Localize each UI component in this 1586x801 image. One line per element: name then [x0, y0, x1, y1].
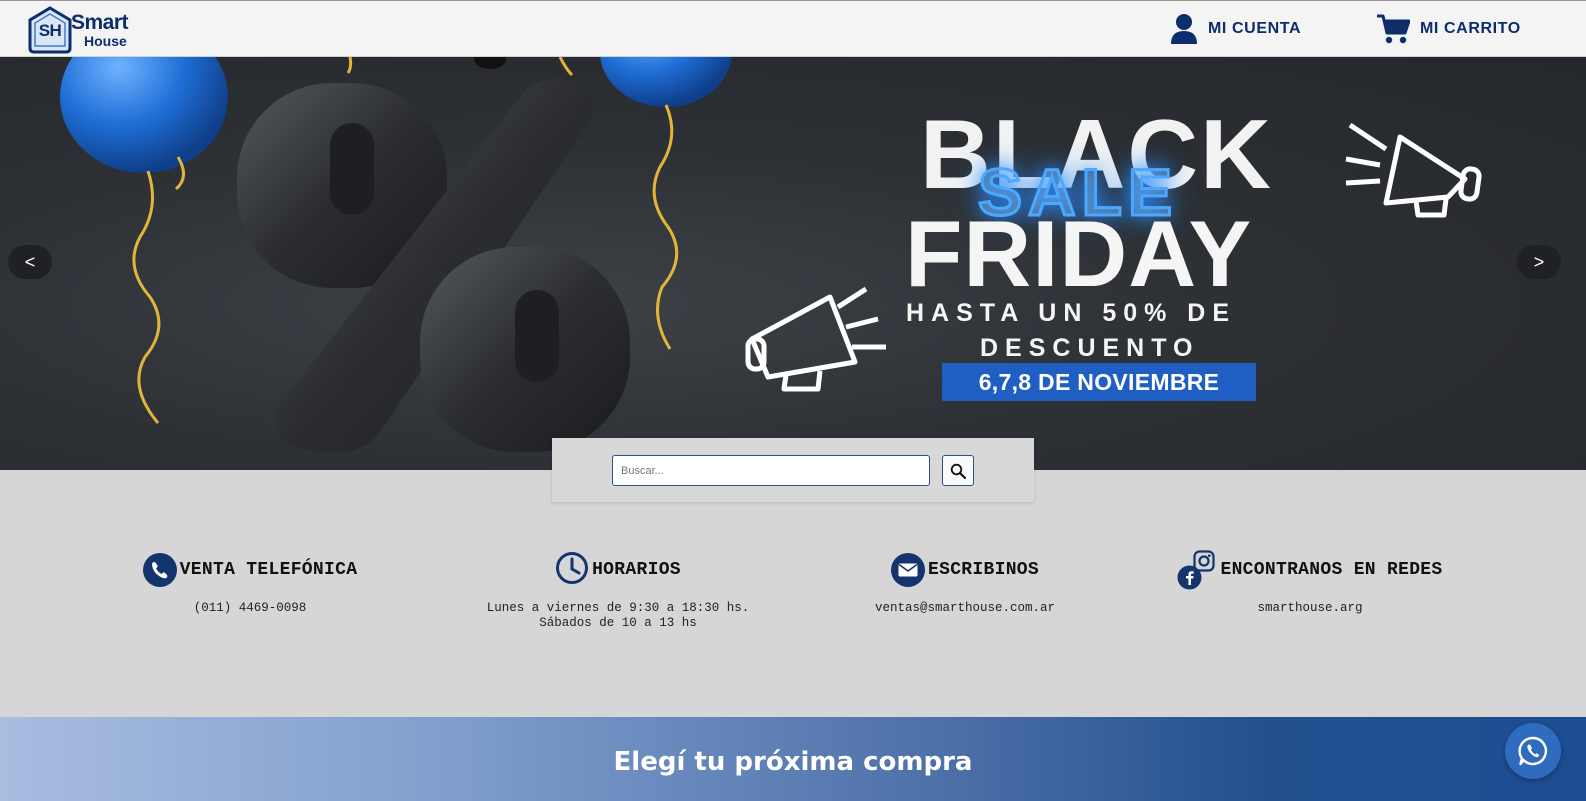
whatsapp-button[interactable] [1505, 723, 1561, 779]
logo-word-smart: Smart [71, 11, 129, 34]
promo-carousel: BLACK SALE FRIDAY HASTA UN 50% DE DESCUE… [0, 57, 1586, 470]
section-title: Elegí tu próxima compra [613, 747, 973, 777]
envelope-icon [890, 553, 925, 587]
info-phone: VENTA TELEFÓNICA (011) 4469-0098 [125, 552, 375, 616]
search-input[interactable] [612, 455, 930, 486]
megaphone-icon [745, 286, 886, 392]
percent-sculpture-icon [237, 79, 630, 453]
info-email-address[interactable]: ventas@smarthouse.com.ar [875, 601, 1055, 616]
house-logo-icon: SH [27, 6, 73, 54]
info-email: ESCRIBINOS ventas@smarthouse.com.ar [845, 552, 1085, 616]
info-social-title: ENCONTRANOS EN REDES [1220, 560, 1443, 580]
my-account-link[interactable]: MI CUENTA [1170, 13, 1301, 45]
carousel-prev-button[interactable]: < [8, 245, 52, 279]
logo-word-house: House [84, 33, 127, 49]
my-account-label: MI CUENTA [1208, 20, 1302, 37]
carousel-next-button[interactable]: > [1517, 245, 1561, 279]
logo[interactable]: SH Smart House [27, 5, 147, 55]
banner-friday-text: FRIDAY [905, 201, 1253, 306]
my-cart-label: MI CARRITO [1420, 20, 1521, 37]
logo-wordmark: Smart House [71, 11, 129, 49]
whatsapp-icon [1518, 736, 1548, 766]
banner-discount-line1: HASTA UN 50% DE [906, 299, 1237, 327]
info-phone-number: (011) 4469-0098 [193, 601, 307, 615]
info-hours-weekdays: Lunes a viernes de 9:30 a 18:30 hs. [486, 601, 750, 615]
banner-discount-line2: DESCUENTO [980, 334, 1200, 362]
info-hours-text: Lunes a viernes de 9:30 a 18:30 hs. Sába… [487, 601, 750, 631]
info-email-title: ESCRIBINOS [927, 560, 1040, 580]
info-phone-title: VENTA TELEFÓNICA [179, 560, 358, 580]
info-hours: HORARIOS Lunes a viernes de 9:30 a 18:30… [478, 551, 758, 631]
info-social-handle[interactable]: smarthouse.arg [1257, 601, 1362, 616]
megaphone-icon [1345, 122, 1482, 218]
banner-dates: 6,7,8 DE NOVIEMBRE [942, 363, 1256, 401]
product-section-header: Elegí tu próxima compra [0, 717, 1586, 801]
banner-illustration [60, 57, 1482, 453]
phone-icon [142, 553, 177, 587]
info-hours-title: HORARIOS [592, 560, 681, 580]
info-hours-saturday: Sábados de 10 a 13 hs [539, 616, 697, 630]
user-icon [1171, 14, 1197, 44]
my-cart-link[interactable]: MI CARRITO [1376, 13, 1521, 45]
search-icon [950, 463, 966, 479]
site-header: SH Smart House MI CUENTA MI CARRITO [0, 0, 1586, 57]
social-icons [1177, 550, 1217, 590]
info-social: ENCONTRANOS EN REDES smarthouse.arg [1160, 550, 1460, 616]
facebook-icon[interactable] [1177, 565, 1202, 590]
clock-icon [555, 551, 589, 590]
logo-badge-text: SH [38, 21, 62, 40]
search-panel [552, 438, 1034, 502]
search-button[interactable] [942, 455, 974, 486]
balloon-icon [60, 57, 228, 424]
shopping-cart-icon [1377, 14, 1410, 44]
